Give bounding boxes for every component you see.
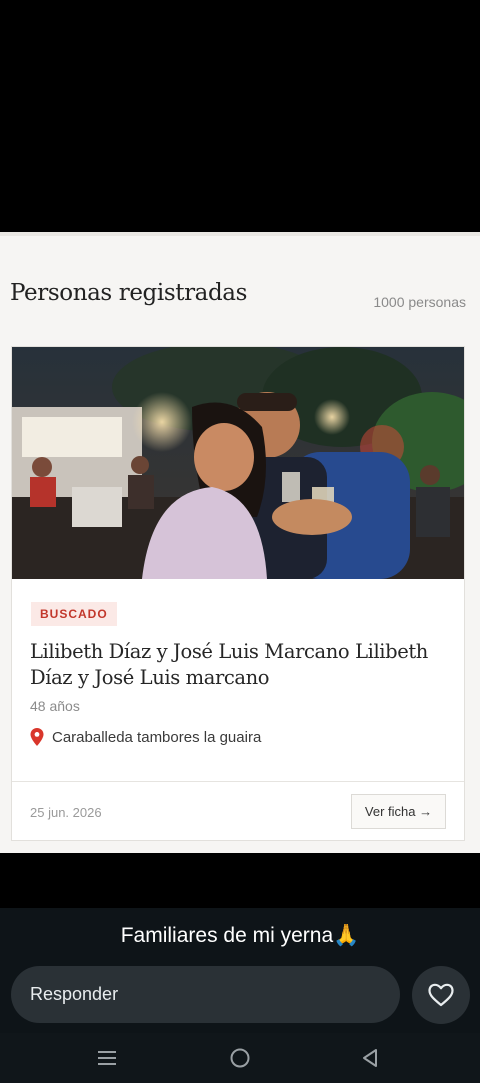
reply-input[interactable]: Responder	[11, 966, 400, 1023]
page-title: Personas registradas	[10, 280, 248, 306]
reply-placeholder: Responder	[30, 984, 119, 1004]
status-area-blank	[0, 0, 480, 230]
location-pin-icon	[30, 728, 44, 746]
person-photo	[12, 347, 464, 579]
person-name: Lilibeth Díaz y José Luis Marcano Lilibe…	[30, 640, 428, 689]
status-badge: BUSCADO	[31, 602, 117, 626]
person-location: Caraballeda tambores la guaira	[30, 728, 261, 746]
menu-icon[interactable]	[95, 1046, 119, 1070]
record-count: 1000 personas	[373, 294, 466, 310]
person-age: 48 años	[30, 698, 80, 714]
date-text: 25 jun. 2026	[30, 805, 102, 820]
spacer	[0, 853, 480, 908]
card-divider	[12, 781, 464, 782]
system-navbar	[0, 1033, 480, 1083]
screenshot-panel: Personas registradas 1000 personas BUSCA…	[0, 232, 480, 853]
location-text: Caraballeda tambores la guaira	[52, 728, 262, 746]
person-card[interactable]: BUSCADO Lilibeth Díaz y José Luis Marcan…	[11, 346, 465, 841]
heart-icon	[428, 983, 454, 1007]
home-icon[interactable]	[228, 1046, 252, 1070]
story-caption: Familiares de mi yerna🙏	[120, 924, 360, 947]
like-button[interactable]	[412, 966, 470, 1024]
view-record-button[interactable]: Ver ficha →	[351, 794, 446, 829]
back-icon[interactable]	[358, 1046, 382, 1070]
